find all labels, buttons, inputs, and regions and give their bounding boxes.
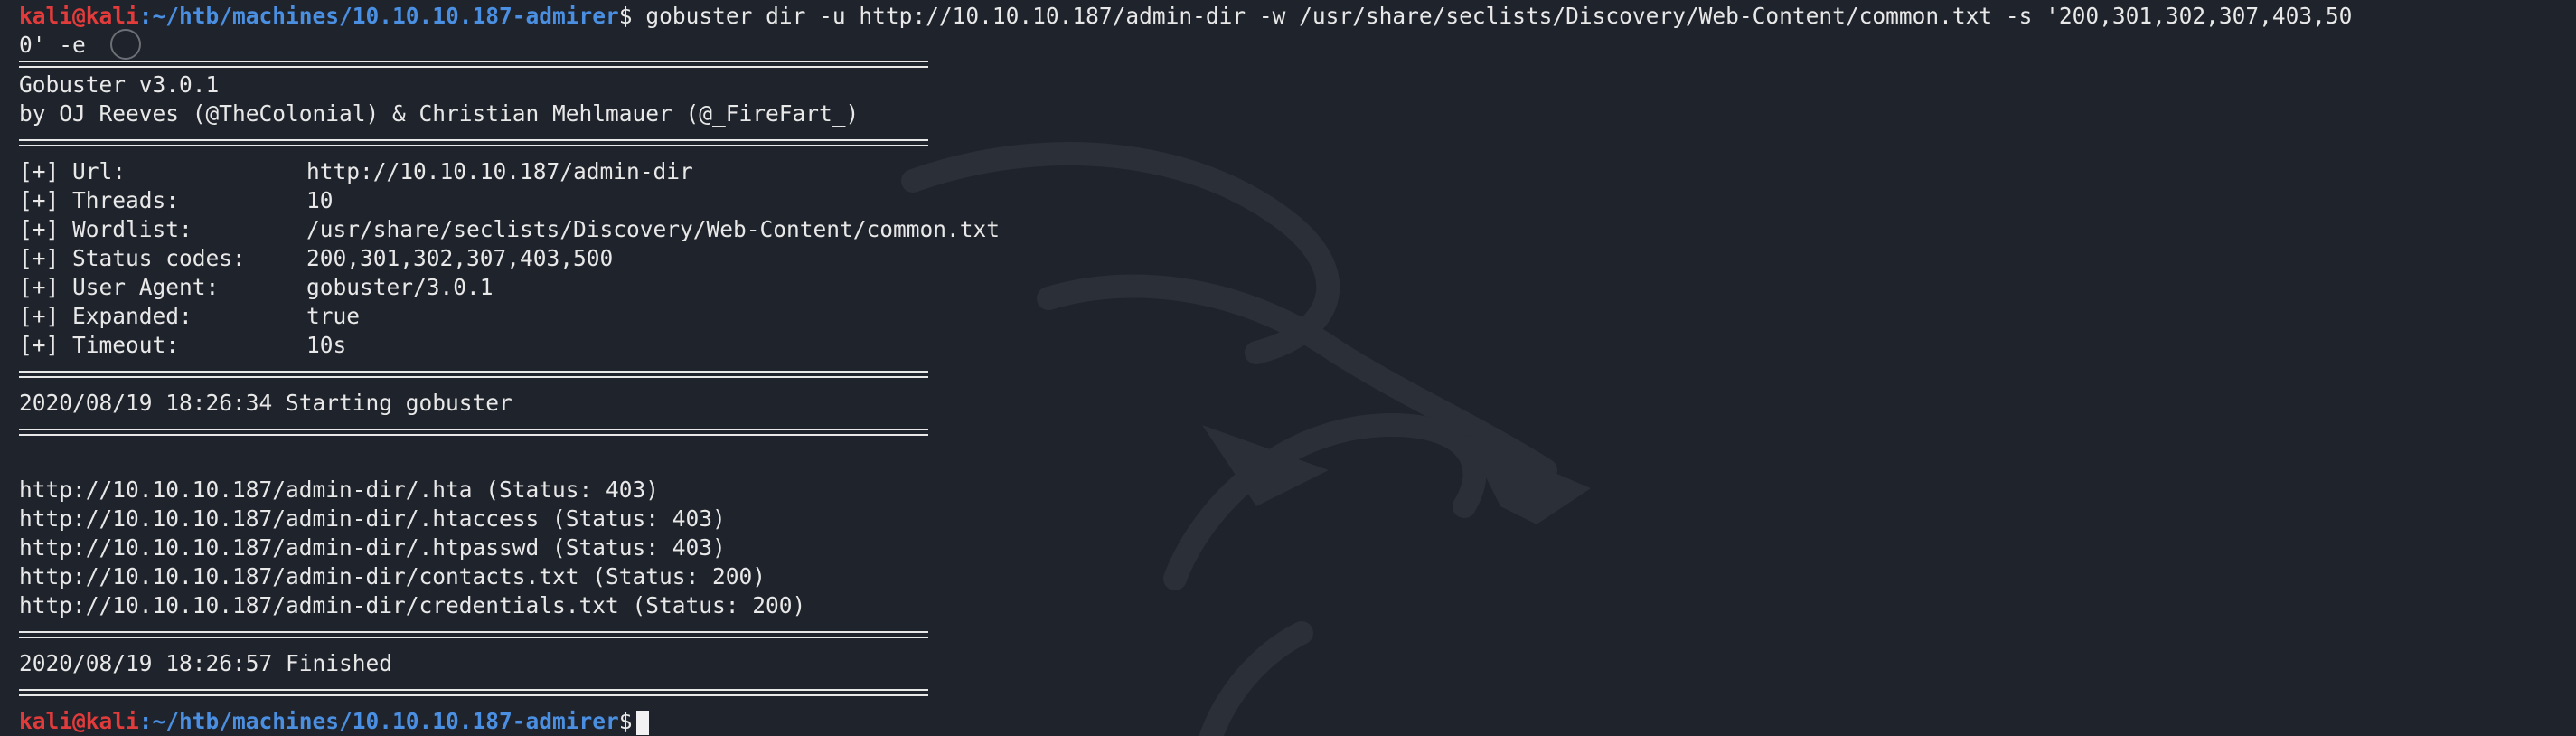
- config-row: [+] Status codes: 200,301,302,307,403,500: [19, 244, 2559, 273]
- command-text-line1: gobuster dir -u http://10.10.10.187/admi…: [632, 3, 2353, 29]
- terminal-output: kali@kali:~/htb/machines/10.10.10.187-ad…: [19, 2, 2559, 736]
- separator: [19, 60, 2559, 71]
- result-line: http://10.10.10.187/admin-dir/contacts.t…: [19, 563, 766, 590]
- command-line: kali@kali:~/htb/machines/10.10.10.187-ad…: [19, 2, 2559, 31]
- prompt-colon: :: [138, 708, 153, 734]
- separator: [19, 418, 2559, 447]
- banner-authors: by OJ Reeves (@TheColonial) & Christian …: [19, 100, 860, 127]
- config-label: [+] Status codes:: [19, 245, 246, 271]
- prompt-path: ~/htb/machines/10.10.10.187-admirer: [152, 3, 619, 29]
- config-row: [+] Timeout: 10s: [19, 331, 2559, 360]
- config-value: 10: [306, 187, 334, 213]
- config-value: true: [306, 303, 361, 329]
- config-value: http://10.10.10.187/admin-dir: [306, 158, 693, 184]
- separator: [19, 678, 2559, 707]
- block-cursor-icon[interactable]: [635, 710, 649, 735]
- config-label: [+] Timeout:: [19, 332, 180, 358]
- result-line: http://10.10.10.187/admin-dir/credential…: [19, 592, 806, 618]
- config-value: gobuster/3.0.1: [306, 274, 494, 300]
- config-label: [+] Expanded:: [19, 303, 193, 329]
- finish-message: 2020/08/19 18:26:57 Finished: [19, 650, 393, 676]
- result-line: http://10.10.10.187/admin-dir/.htaccess …: [19, 505, 726, 532]
- config-label: [+] Wordlist:: [19, 216, 193, 242]
- config-label: [+] User Agent:: [19, 274, 220, 300]
- config-row: [+] User Agent: gobuster/3.0.1: [19, 273, 2559, 302]
- prompt-symbol: $: [618, 708, 633, 734]
- prompt-user-host: kali@kali: [19, 708, 139, 734]
- current-prompt-line[interactable]: kali@kali:~/htb/machines/10.10.10.187-ad…: [19, 707, 2559, 736]
- prompt-symbol: $: [618, 3, 633, 29]
- prompt-user-host: kali@kali: [19, 3, 139, 29]
- result-line: http://10.10.10.187/admin-dir/.hta (Stat…: [19, 477, 660, 503]
- banner-version: Gobuster v3.0.1: [19, 71, 220, 98]
- command-continuation: 0' -e: [19, 32, 86, 58]
- prompt-path: ~/htb/machines/10.10.10.187-admirer: [152, 708, 619, 734]
- result-line: http://10.10.10.187/admin-dir/.htpasswd …: [19, 534, 726, 561]
- separator: [19, 360, 2559, 389]
- separator: [19, 620, 2559, 649]
- config-row: [+] Threads: 10: [19, 186, 2559, 215]
- terminal-window[interactable]: kali@kali:~/htb/machines/10.10.10.187-ad…: [0, 0, 2576, 736]
- start-message: 2020/08/19 18:26:34 Starting gobuster: [19, 390, 512, 416]
- config-row: [+] Url: http://10.10.10.187/admin-dir: [19, 157, 2559, 186]
- config-row: [+] Wordlist: /usr/share/seclists/Discove…: [19, 215, 2559, 244]
- config-value: /usr/share/seclists/Discovery/Web-Conten…: [306, 216, 1001, 242]
- config-label: [+] Url:: [19, 158, 127, 184]
- config-value: 200,301,302,307,403,500: [306, 245, 614, 271]
- config-value: 10s: [306, 332, 347, 358]
- prompt-colon: :: [138, 3, 153, 29]
- separator: [19, 128, 2559, 157]
- config-label: [+] Threads:: [19, 187, 180, 213]
- config-row: [+] Expanded: true: [19, 302, 2559, 331]
